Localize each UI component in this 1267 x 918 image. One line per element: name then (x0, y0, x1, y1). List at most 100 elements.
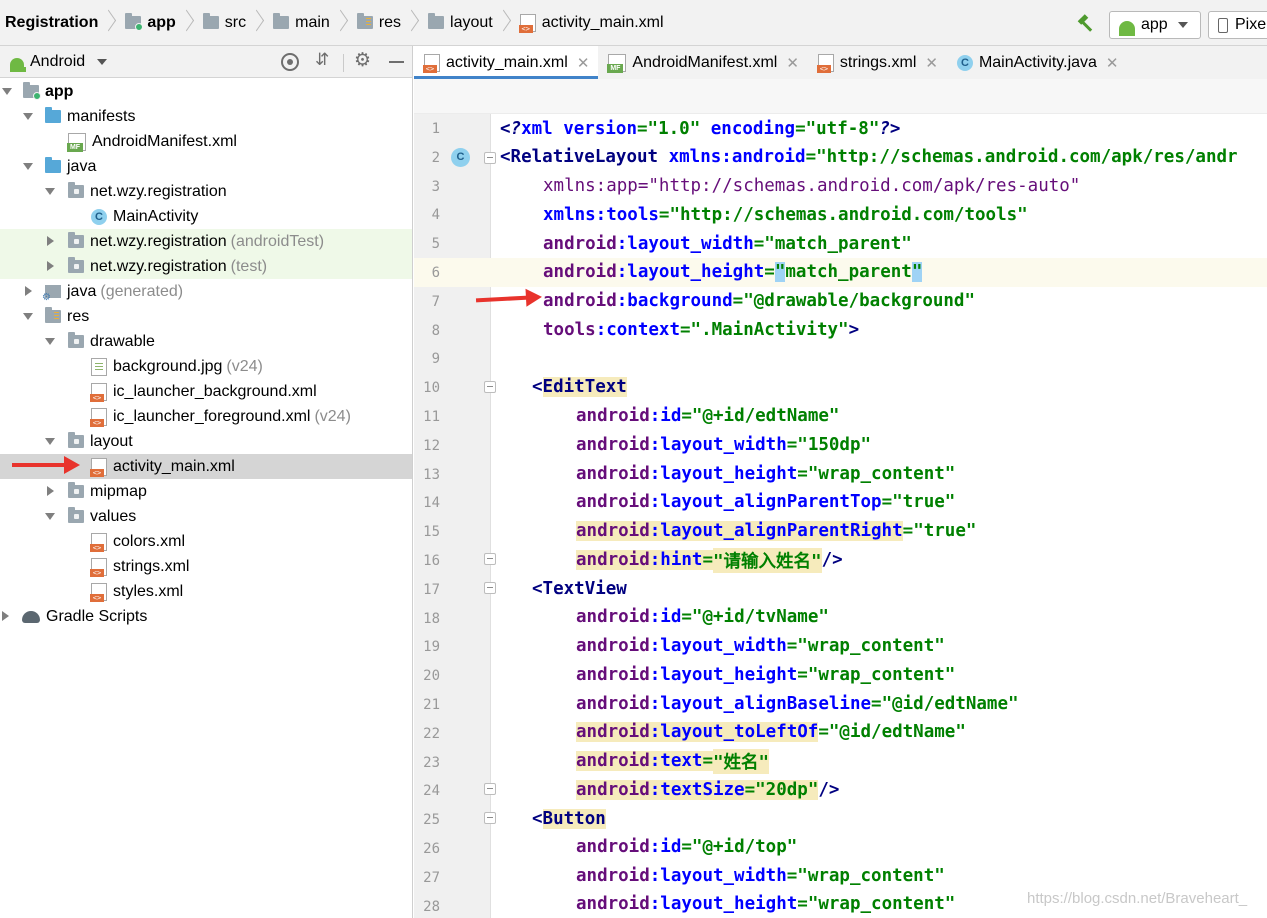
code-line-12[interactable]: android:layout_width = "150dp" (576, 431, 871, 459)
tree-item-manifests[interactable]: manifests (0, 104, 412, 129)
code-line-20[interactable]: android:layout_height = "wrap_content" (576, 661, 955, 689)
fold-marker-icon[interactable] (484, 812, 496, 824)
code-line-4[interactable]: xmlns: tools = "http://schemas.android.com/… (543, 201, 1028, 229)
tab-mainactivity[interactable]: C MainActivity.java ✕ (947, 46, 1128, 79)
fold-marker-icon[interactable] (484, 582, 496, 594)
expand-arrow-icon[interactable] (45, 338, 55, 345)
close-icon[interactable]: ✕ (577, 54, 590, 72)
close-icon[interactable]: ✕ (925, 54, 938, 72)
tree-item-app[interactable]: app (0, 79, 412, 104)
project-view-selector[interactable]: Android (0, 53, 108, 72)
tree-item-java-generated[interactable]: java (generated) (0, 279, 412, 304)
code-token: "http://schemas.android.com/apk/res-auto… (648, 176, 1081, 196)
expand-arrow-icon[interactable] (25, 286, 32, 296)
code-line-21[interactable]: android:layout_alignBaseline = "@id/edtNam… (576, 690, 1019, 718)
close-icon[interactable]: ✕ (786, 54, 799, 72)
expand-arrow-icon[interactable] (45, 513, 55, 520)
close-icon[interactable]: ✕ (1106, 54, 1119, 72)
code-line-15[interactable]: android:layout_alignParentRight = "true" (576, 517, 976, 545)
tree-item-ic-launcher-background[interactable]: ic_launcher_background.xml (0, 379, 412, 404)
tree-item-ic-launcher-foreground[interactable]: ic_launcher_foreground.xml (v24) (0, 404, 412, 429)
breadcrumb-app[interactable]: app (120, 0, 197, 46)
gear-icon[interactable] (354, 49, 372, 71)
tab-activity-main[interactable]: activity_main.xml ✕ (414, 46, 599, 79)
code-line-1[interactable]: <? xml version = "1.0" encoding = "utf-8" ?> (500, 115, 900, 143)
tree-item-label: background.jpg (113, 357, 223, 375)
xml-file-icon (90, 582, 107, 602)
tree-item-package-androidtest[interactable]: net.wzy.registration (androidTest) (0, 229, 412, 254)
code-line-17[interactable]: < TextView (532, 575, 627, 603)
tree-item-package-test[interactable]: net.wzy.registration (test) (0, 254, 412, 279)
code-token: /> (818, 780, 840, 800)
code-line-2[interactable]: < RelativeLayout xmlns: android = "http://sc… (500, 143, 1238, 171)
code-line-5[interactable]: android:layout_width = "match_parent" (543, 230, 912, 258)
tree-item-colors-xml[interactable]: colors.xml (0, 529, 412, 554)
locate-file-icon[interactable] (281, 53, 299, 71)
expand-arrow-icon[interactable] (45, 438, 55, 445)
fold-marker-icon[interactable] (484, 381, 496, 393)
breadcrumb-layout[interactable]: layout (423, 0, 515, 46)
code-line-11[interactable]: android:id = "@+id/edtName" (576, 402, 839, 430)
tree-item-java[interactable]: java (0, 154, 412, 179)
hide-panel-icon[interactable] (389, 53, 407, 71)
chevron-right-icon (336, 0, 346, 46)
expand-arrow-icon[interactable] (23, 313, 33, 320)
tree-item-package[interactable]: net.wzy.registration (0, 179, 412, 204)
device-selector[interactable]: Pixe (1208, 11, 1267, 39)
code-line-14[interactable]: android:layout_alignParentTop = "true" (576, 488, 955, 516)
tree-item-styles-xml[interactable]: styles.xml (0, 579, 412, 604)
code-line-28[interactable]: android:layout_height = "wrap_content" (576, 890, 955, 918)
tree-item-background-jpg[interactable]: background.jpg (v24) (0, 354, 412, 379)
fold-marker-icon[interactable] (484, 783, 496, 795)
make-project-hammer-icon[interactable] (1076, 15, 1094, 33)
tree-item-layout[interactable]: layout (0, 429, 412, 454)
code-line-26[interactable]: android:id = "@+id/top" (576, 833, 797, 861)
code-line-3[interactable]: xmlns: app = "http://schemas.android.com/ap… (543, 172, 1080, 200)
tree-item-mainactivity[interactable]: C MainActivity (0, 204, 412, 229)
breadcrumb-res[interactable]: res (352, 0, 423, 46)
tab-androidmanifest[interactable]: AndroidManifest.xml ✕ (598, 46, 808, 79)
code-line-18[interactable]: android:id = "@+id/tvName" (576, 603, 829, 631)
tree-item-values[interactable]: values (0, 504, 412, 529)
tree-item-mipmap[interactable]: mipmap (0, 479, 412, 504)
code-line-19[interactable]: android:layout_width = "wrap_content" (576, 632, 945, 660)
tree-item-gradle-scripts[interactable]: Gradle Scripts (0, 604, 412, 629)
code-line-24[interactable]: android:textSize = "20dp"/> (576, 776, 839, 804)
code-line-6[interactable]: android:layout_height = " match_parent " (543, 258, 923, 286)
expand-arrow-icon[interactable] (47, 236, 54, 246)
code-line-27[interactable]: android:layout_width = "wrap_content" (576, 862, 945, 890)
breadcrumb-file[interactable]: activity_main.xml (515, 0, 670, 46)
collapse-all-icon[interactable] (313, 50, 331, 71)
breadcrumb-main[interactable]: main (268, 0, 352, 46)
expand-arrow-icon[interactable] (23, 163, 33, 170)
related-class-gutter-icon[interactable]: C (451, 148, 470, 167)
code-line-22[interactable]: android:layout_toLeftOf = "@id/edtName" (576, 718, 966, 746)
code-line-16[interactable]: android:hint = "请输入姓名"/> (576, 546, 843, 574)
code-token: :id (649, 607, 682, 627)
code-line-7[interactable]: android:background = "@drawable/background… (543, 287, 975, 315)
tree-item-res[interactable]: res (0, 304, 412, 329)
fold-marker-icon[interactable] (484, 553, 496, 565)
code-token: = (795, 119, 806, 139)
breadcrumb-src[interactable]: src (198, 0, 268, 46)
expand-arrow-icon[interactable] (47, 261, 54, 271)
code-line-10[interactable]: < EditText (532, 373, 627, 401)
expand-arrow-icon[interactable] (45, 188, 55, 195)
expand-arrow-icon[interactable] (23, 113, 33, 120)
code-line-8[interactable]: tools:context = ".MainActivity" > (543, 316, 859, 344)
code-token: <? (500, 119, 522, 139)
expand-arrow-icon[interactable] (47, 486, 54, 496)
code-line-13[interactable]: android:layout_height = "wrap_content" (576, 460, 955, 488)
chevron-right-icon (252, 0, 262, 46)
tab-strings[interactable]: strings.xml ✕ (808, 46, 947, 79)
tree-item-strings-xml[interactable]: strings.xml (0, 554, 412, 579)
expand-arrow-icon[interactable] (2, 88, 12, 95)
tree-item-androidmanifest[interactable]: AndroidManifest.xml (0, 129, 412, 154)
run-configuration-dropdown[interactable]: app (1109, 11, 1201, 39)
code-line-25[interactable]: < Button (532, 805, 606, 833)
code-line-23[interactable]: android:text = "姓名" (576, 747, 770, 775)
breadcrumb-project[interactable]: Registration (0, 0, 120, 46)
tree-item-drawable[interactable]: drawable (0, 329, 412, 354)
expand-arrow-icon[interactable] (2, 611, 9, 621)
fold-marker-icon[interactable] (484, 152, 496, 164)
